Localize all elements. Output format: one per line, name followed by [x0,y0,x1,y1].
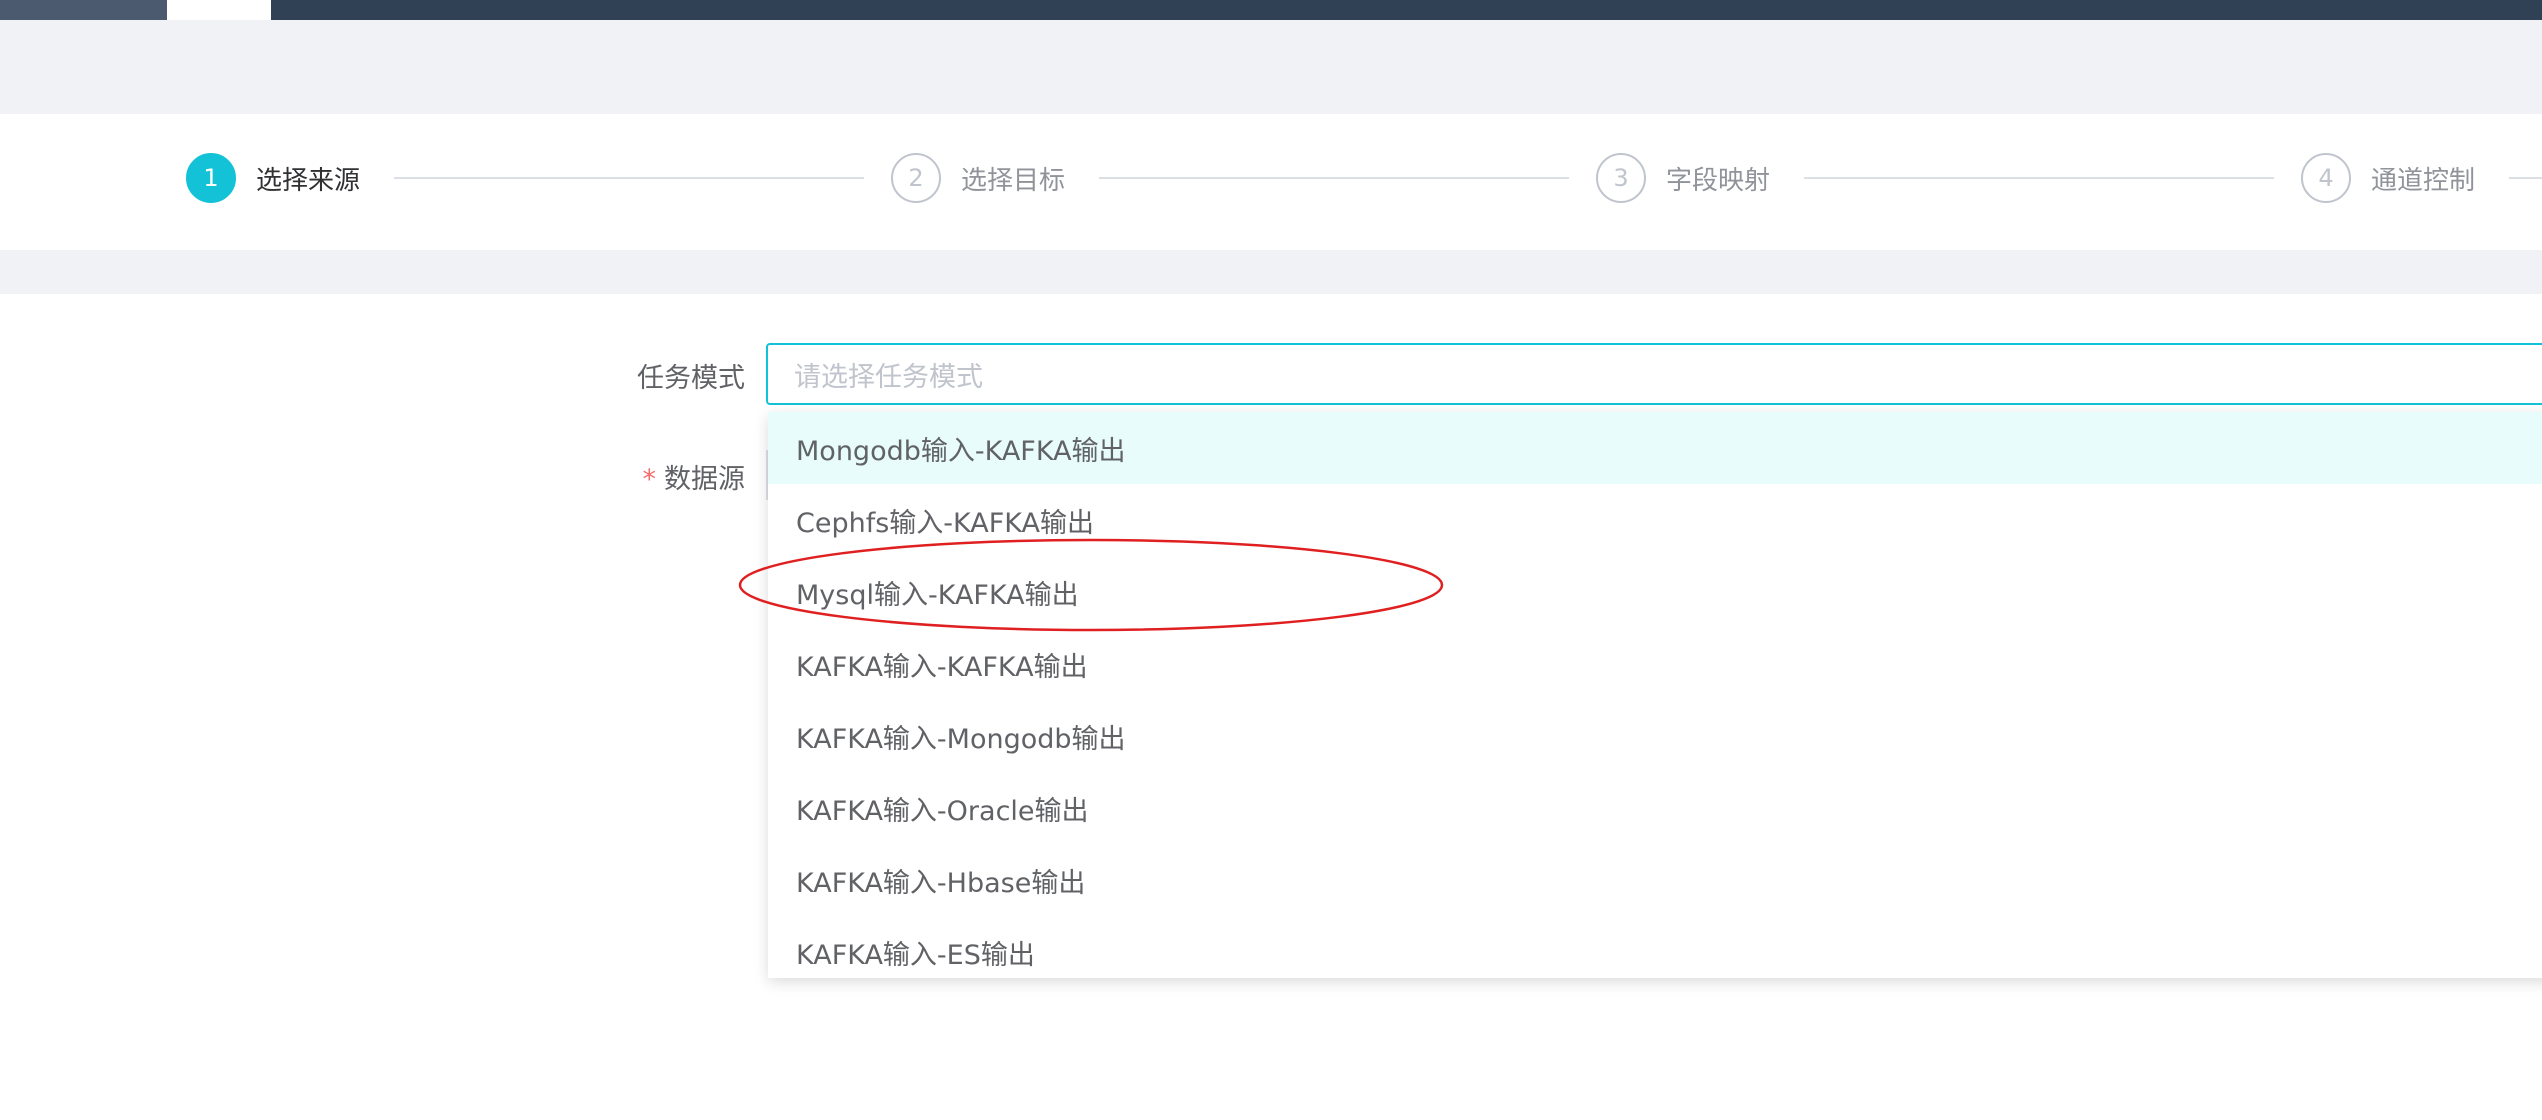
step-connector [1099,177,1569,179]
dropdown-option[interactable]: KAFKA输入-Mongodb输出 [768,700,2542,772]
step-connector [394,177,864,179]
datasource-label: * 数据源 [643,457,746,496]
datasource-label-text: 数据源 [664,464,745,495]
task-mode-select[interactable]: 请选择任务模式 [766,343,2542,405]
task-mode-placeholder: 请选择任务模式 [794,361,983,393]
step-label: 字段映射 [1666,165,1771,196]
highlight-ellipse [738,538,1444,632]
step-1: 1 选择来源 [186,152,360,204]
nav-tab[interactable] [0,0,167,20]
dropdown-option[interactable]: KAFKA输入-Oracle输出 [768,772,2542,844]
dropdown-option[interactable]: Mongodb输入-KAFKA输出 [768,412,2542,484]
task-mode-dropdown: Mongodb输入-KAFKA输出 Cephfs输入-KAFKA输出 Mysql… [768,412,2542,978]
dropdown-option[interactable]: KAFKA输入-Hbase输出 [768,844,2542,916]
step-number: 2 [891,153,941,203]
dropdown-option[interactable]: KAFKA输入-ES输出 [768,916,2542,978]
step-4: 4 通道控制 [2301,152,2475,204]
step-2: 2 选择目标 [891,152,1065,204]
top-nav-bar [0,0,2542,20]
page-background [0,20,2542,114]
step-number: 1 [186,153,236,203]
required-mark: * [642,464,657,495]
nav-tab-active[interactable] [167,0,271,20]
step-connector [1804,177,2274,179]
steps-panel [0,114,2542,250]
step-number: 3 [1596,153,1646,203]
step-label: 选择来源 [256,165,361,196]
step-number: 4 [2301,153,2351,203]
section-divider [0,250,2542,294]
task-mode-label: 任务模式 [637,363,745,394]
step-label: 通道控制 [2371,165,2476,196]
step-label: 选择目标 [961,165,1066,196]
step-connector [2509,177,2542,179]
step-3: 3 字段映射 [1596,152,1770,204]
dropdown-option[interactable]: KAFKA输入-KAFKA输出 [768,628,2542,700]
